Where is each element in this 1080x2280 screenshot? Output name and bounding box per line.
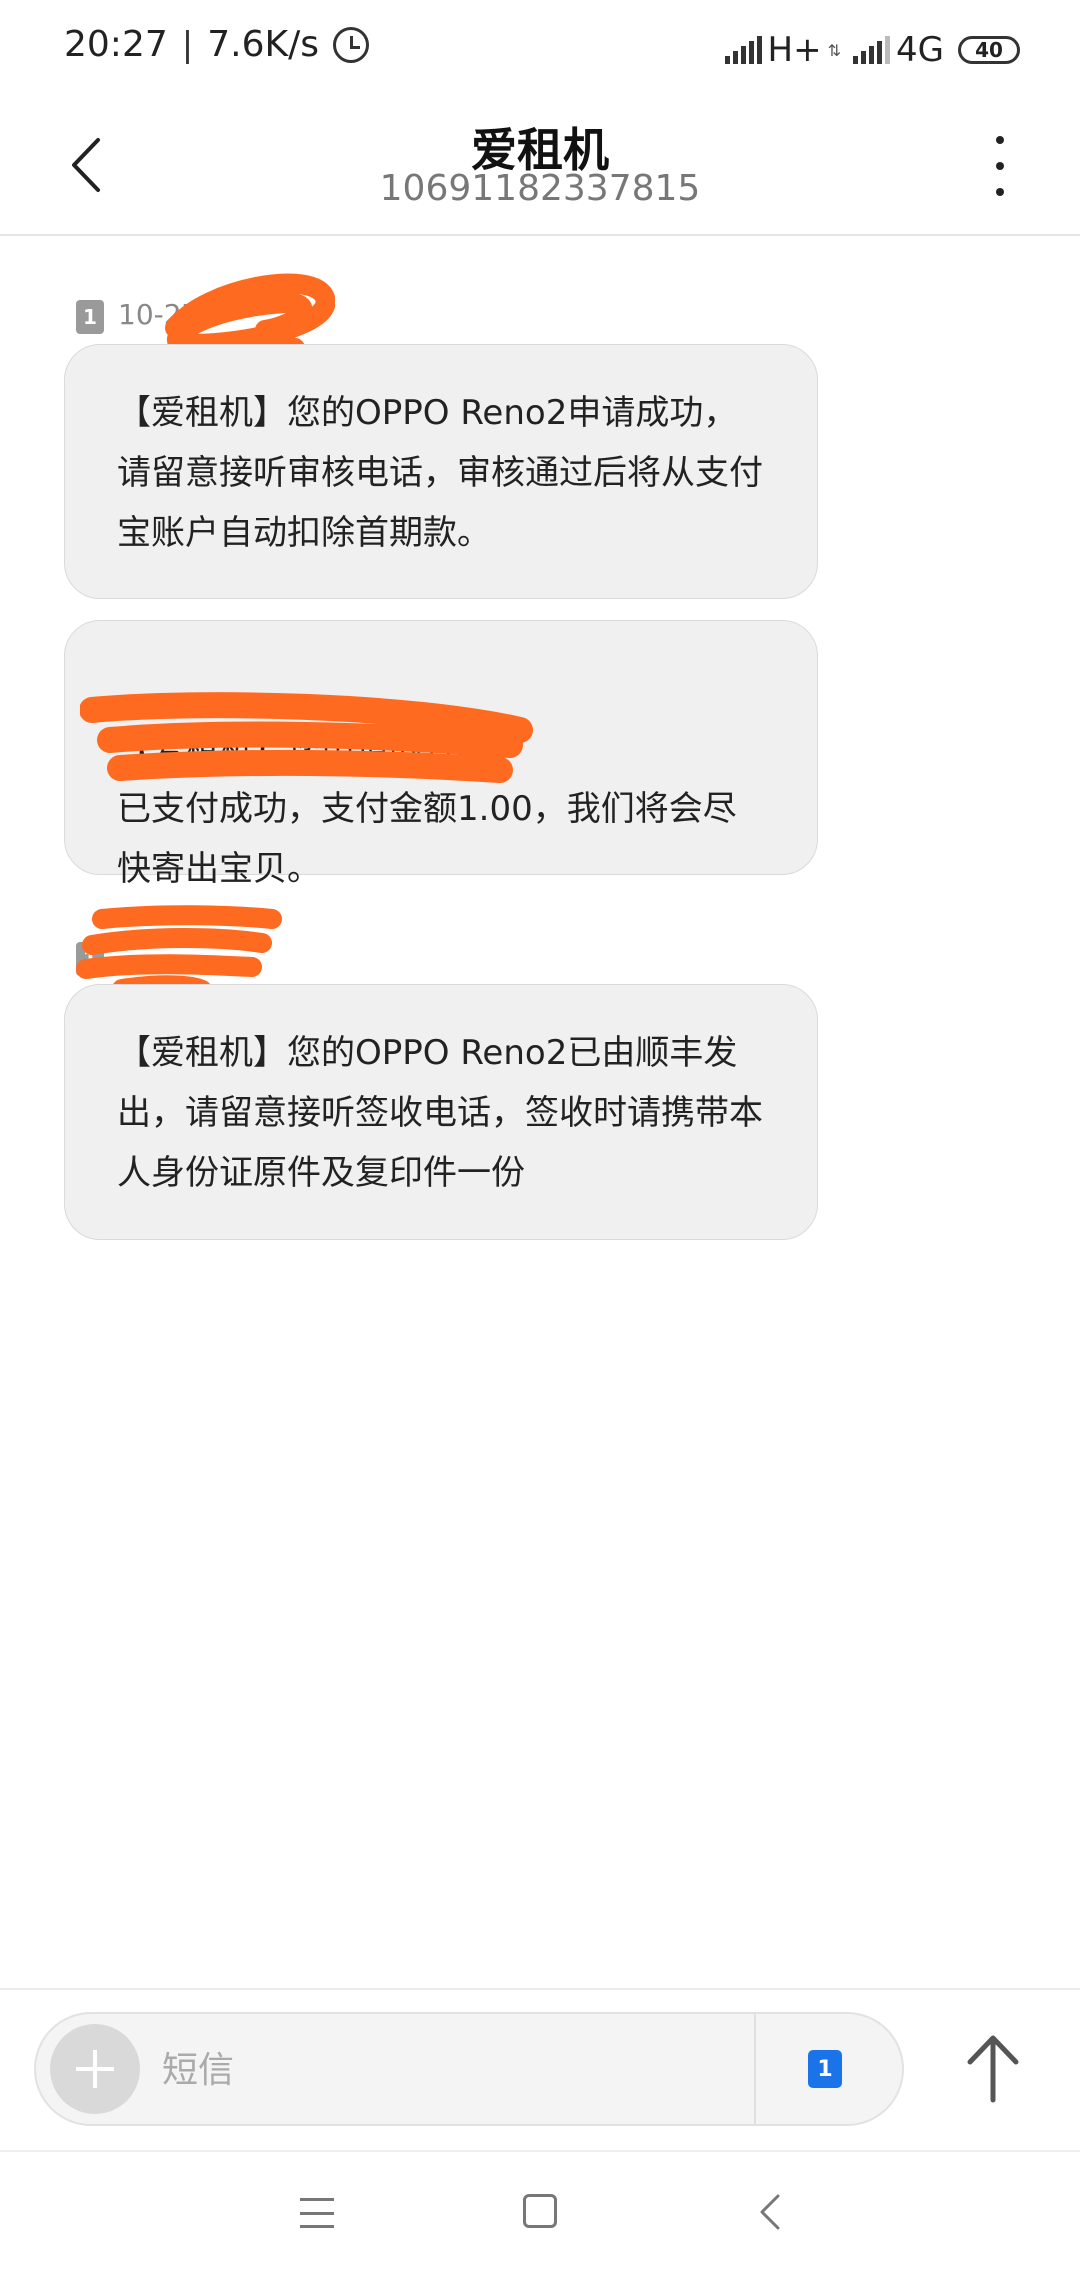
divider [0,1988,1080,1990]
battery-icon: 40 [958,36,1020,64]
message-bubble[interactable]: 【爱租机】您的OPPO Reno2已由顺丰发出，请留意接听签收电话，签收时请携带… [64,984,818,1240]
chevron-left-icon [760,2194,780,2230]
sim-select-button[interactable]: 1 [808,2050,842,2088]
conversation-header: 爱租机 10691182337815 [0,100,1080,236]
signal-icon-2 [853,36,891,64]
message-input[interactable] [160,2034,724,2106]
message-text: 【爱租机】您的OPPO Reno2申请成功，请留意接听审核电话，审核通过后将从支… [117,393,763,553]
status-bar: 20:27 | 7.6K/s H+ ⇅ 4G 40 [0,0,1080,100]
network-speed: 7.6K/s [207,24,319,65]
network-type-1: H+ [767,30,822,70]
alarm-icon [332,26,369,63]
network-type-2: 4G [896,30,944,70]
signal-icon [724,36,762,64]
menu-line [300,2198,334,2201]
message-text: 【爱租机】您的OPPO Reno2已由顺丰发出，请留意接听签收电话，签收时请携带… [117,1033,763,1193]
data-arrows-icon: ⇅ [827,40,842,60]
arrow-up-icon [967,2035,1019,2103]
dot [996,188,1004,196]
dot [996,162,1004,170]
status-time: 20:27 [64,24,168,65]
navigation-bar [0,2152,1080,2280]
status-separator: | [181,24,194,65]
status-right: H+ ⇅ 4G 40 [724,30,1020,70]
add-attachment-button[interactable] [50,2024,140,2114]
contact-number: 10691182337815 [379,168,701,209]
divider [754,2014,756,2124]
dot [996,136,1004,144]
send-button[interactable] [958,2028,1028,2108]
menu-line [300,2225,334,2228]
message-bubble[interactable]: 【爱租机】您的OPPO Reno2申请成功，请留意接听审核电话，审核通过后将从支… [64,344,818,599]
nav-back-button[interactable] [756,2192,786,2232]
more-options-button[interactable] [980,136,1020,196]
menu-line [300,2211,334,2215]
status-left: 20:27 | 7.6K/s [64,24,369,65]
home-button[interactable] [523,2194,557,2228]
compose-bar: 1 [34,2012,904,2126]
redaction-scribble [80,692,533,783]
menu-button[interactable] [300,2198,334,2228]
sim-badge: 1 [76,300,104,334]
